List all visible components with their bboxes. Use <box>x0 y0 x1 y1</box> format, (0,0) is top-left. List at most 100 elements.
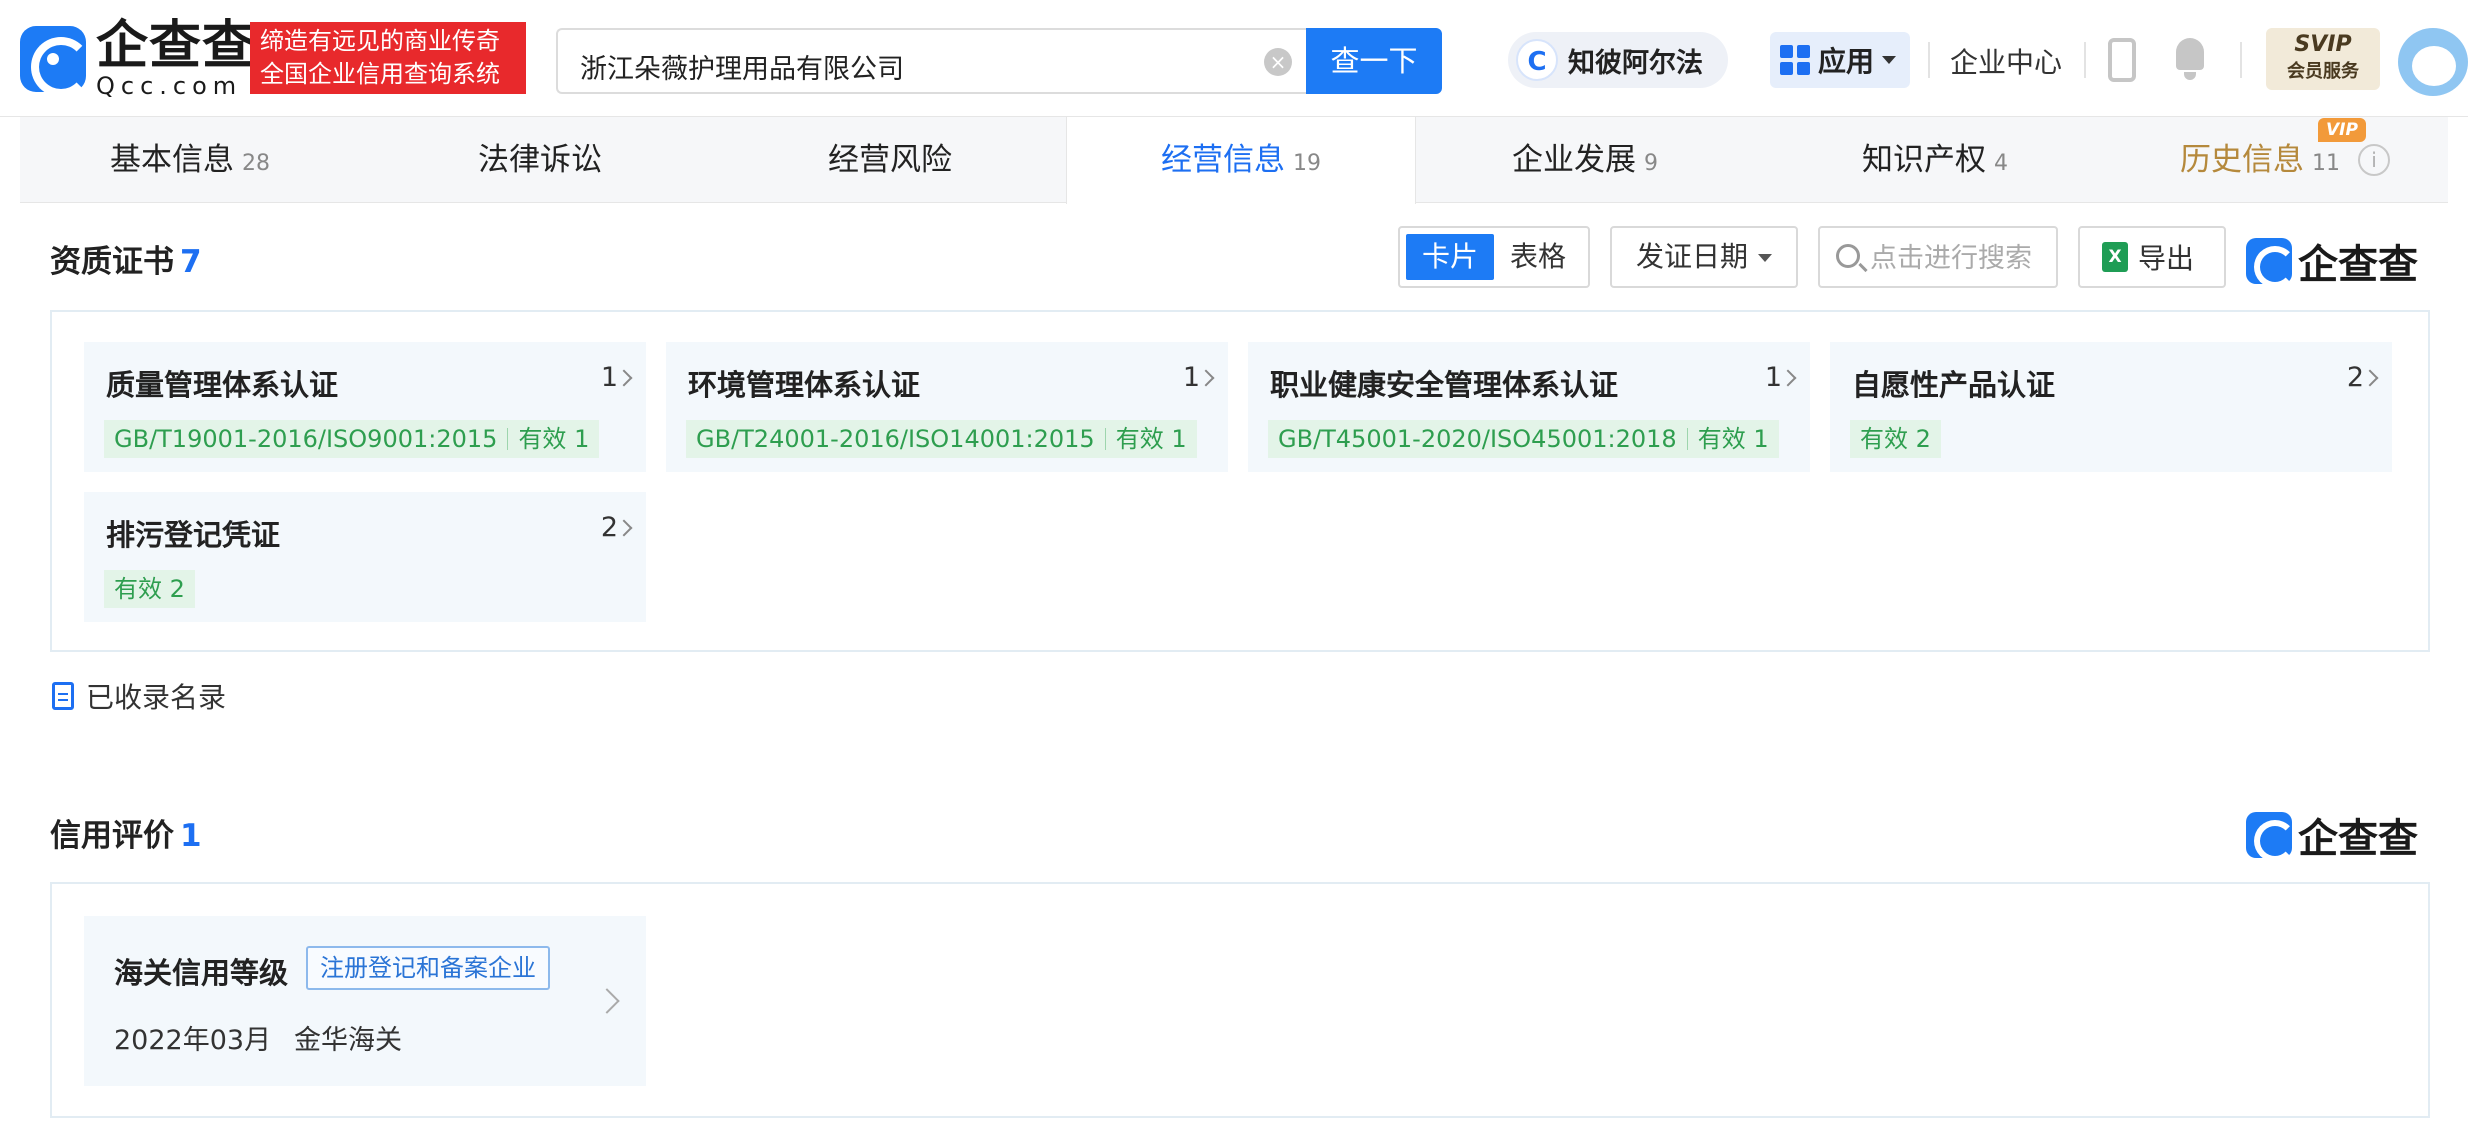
tab-basic-info[interactable]: 基本信息 28 <box>110 117 270 203</box>
info-icon[interactable]: i <box>2358 144 2390 176</box>
top-bar: 企查查 Qcc.com 缔造有远见的商业传奇 全国企业信用查询系统 浙江朵薇护理… <box>0 0 2468 117</box>
divider <box>2240 42 2242 78</box>
validity-tag: 有效 2 <box>104 570 195 608</box>
export-label: 导出 <box>2138 242 2195 275</box>
enterprise-center-link[interactable]: 企业中心 <box>1950 41 2062 81</box>
certificate-card[interactable]: 环境管理体系认证 1 GB/T24001-2016/ISO14001:2015 有… <box>666 342 1228 472</box>
user-avatar[interactable] <box>2398 28 2468 96</box>
certificate-card[interactable]: 质量管理体系认证 1 GB/T19001-2016/ISO9001:2015 有效… <box>84 342 646 472</box>
clear-icon[interactable]: × <box>1264 48 1292 76</box>
tab-label: 经营风险 <box>828 142 952 178</box>
certificate-search-input[interactable] <box>1870 238 2054 278</box>
logo-text: 企查查 Qcc.com <box>96 20 255 98</box>
validity-tag: GB/T19001-2016/ISO9001:2015 有效 1 <box>104 420 600 458</box>
logo-domain: Qcc.com <box>96 72 243 100</box>
zhibi-alpha-button[interactable]: C 知彼阿尔法 <box>1508 32 1728 88</box>
excel-icon: X <box>2102 242 2128 272</box>
issue-date-sort-select[interactable]: 发证日期 <box>1610 226 1798 288</box>
tab-count: 4 <box>1994 151 2008 176</box>
certificate-search <box>1818 226 2058 288</box>
credit-title: 信用评价 1 <box>50 810 202 855</box>
mobile-phone-icon[interactable] <box>2108 38 2136 82</box>
certificates-title: 资质证书 7 <box>50 236 202 281</box>
qcc-logo-icon <box>2246 812 2296 862</box>
tab-label: 历史信息 <box>2180 142 2304 178</box>
tab-count: 11 <box>2312 151 2340 176</box>
qcc-watermark: 企查查 <box>2246 806 2418 864</box>
qcc-logo-icon <box>20 26 91 97</box>
certificates-panel: 质量管理体系认证 1 GB/T19001-2016/ISO9001:2015 有效… <box>50 310 2430 652</box>
watermark-text: 企查查 <box>2298 242 2418 288</box>
sort-label: 发证日期 <box>1636 240 1749 273</box>
tab-business-info[interactable]: 经营信息 19 <box>1066 117 1416 204</box>
section-count: 7 <box>180 244 202 280</box>
chevron-right-icon <box>2361 369 2379 387</box>
document-icon <box>52 682 74 710</box>
chevron-down-icon <box>1882 56 1897 64</box>
tab-label: 法律诉讼 <box>478 142 602 178</box>
tab-legal[interactable]: 法律诉讼 <box>478 117 602 203</box>
company-search-input[interactable]: 浙江朵薇护理用品有限公司 × <box>556 28 1308 94</box>
card-title: 排污登记凭证 <box>106 518 281 552</box>
slogan-banner: 缔造有远见的商业传奇 全国企业信用查询系统 <box>250 22 526 94</box>
tab-ip[interactable]: 知识产权 4 <box>1862 117 2008 203</box>
standard-text: GB/T19001-2016/ISO9001:2015 <box>114 425 498 453</box>
view-toggle: 卡片 表格 <box>1398 226 1590 288</box>
chevron-right-icon <box>1779 369 1797 387</box>
validity-tag: GB/T45001-2020/ISO45001:2018 有效 1 <box>1268 420 1779 458</box>
table-view-button[interactable]: 表格 <box>1494 234 1582 280</box>
zhibi-label: 知彼阿尔法 <box>1568 47 1703 79</box>
svip-member-button[interactable]: SVIP 会员服务 <box>2266 28 2380 90</box>
credit-panel: 海关信用等级 注册登记和备案企业 2022年03月 金华海关 <box>50 882 2430 1118</box>
slogan-line-1: 缔造有远见的商业传奇 <box>260 27 500 55</box>
tab-label: 经营信息 <box>1161 142 1285 178</box>
card-title: 海关信用等级 <box>114 956 289 990</box>
card-title: 职业健康安全管理体系认证 <box>1270 368 1619 402</box>
recorded-list-label: 已收录名录 <box>86 681 227 714</box>
chevron-right-icon <box>615 519 633 537</box>
recorded-list-link[interactable]: 已收录名录 <box>52 676 226 716</box>
tab-history[interactable]: 历史信息 11 <box>2180 117 2340 203</box>
apps-label: 应用 <box>1818 45 1875 78</box>
customs-office: 金华海关 <box>294 1025 402 1056</box>
tag-divider <box>1686 428 1688 450</box>
certificate-card[interactable]: 职业健康安全管理体系认证 1 GB/T45001-2020/ISO45001:2… <box>1248 342 1810 472</box>
tab-label: 企业发展 <box>1512 142 1636 178</box>
tab-count: 9 <box>1644 151 1658 176</box>
member-service-label: 会员服务 <box>2287 61 2359 82</box>
tab-count: 19 <box>1293 151 1321 176</box>
qcc-logo-icon <box>2246 238 2296 288</box>
standard-text: GB/T45001-2020/ISO45001:2018 <box>1278 425 1677 453</box>
apps-grid-icon <box>1780 45 1810 75</box>
search-value: 浙江朵薇护理用品有限公司 <box>580 54 904 85</box>
search-button[interactable]: 查一下 <box>1306 28 1442 94</box>
qcc-logo[interactable]: 企查查 Qcc.com <box>20 20 255 98</box>
qcc-watermark: 企查查 <box>2246 232 2418 290</box>
card-title: 质量管理体系认证 <box>106 368 339 402</box>
chevron-right-icon <box>594 988 620 1014</box>
tab-label: 基本信息 <box>110 142 234 178</box>
notification-bell-icon[interactable] <box>2172 38 2208 80</box>
tab-business-risk[interactable]: 经营风险 <box>828 117 952 203</box>
tag-divider <box>1104 428 1106 450</box>
customs-credit-card[interactable]: 海关信用等级 注册登记和备案企业 2022年03月 金华海关 <box>84 916 646 1086</box>
certificate-card[interactable]: 排污登记凭证 2 有效 2 <box>84 492 646 622</box>
search-icon <box>1836 244 1860 268</box>
card-view-button[interactable]: 卡片 <box>1406 234 1494 280</box>
tag-divider <box>507 428 509 450</box>
tab-development[interactable]: 企业发展 9 <box>1512 117 1658 203</box>
svip-label: SVIP <box>2294 32 2352 57</box>
tab-label: 知识产权 <box>1862 142 1986 178</box>
validity-tag: GB/T24001-2016/ISO14001:2015 有效 1 <box>686 420 1197 458</box>
certificate-card[interactable]: 自愿性产品认证 2 有效 2 <box>1830 342 2392 472</box>
divider <box>2084 42 2086 78</box>
chevron-down-icon <box>1758 254 1772 262</box>
validity-tag: 有效 2 <box>1850 420 1941 458</box>
watermark-text: 企查查 <box>2298 816 2418 862</box>
status-text: 有效 1 <box>1115 425 1187 453</box>
apps-menu-button[interactable]: 应用 <box>1770 32 1910 88</box>
card-title: 自愿性产品认证 <box>1852 368 2056 402</box>
chevron-right-icon <box>1197 369 1215 387</box>
vip-badge: VIP <box>2318 118 2366 142</box>
export-button[interactable]: X 导出 <box>2078 226 2226 288</box>
